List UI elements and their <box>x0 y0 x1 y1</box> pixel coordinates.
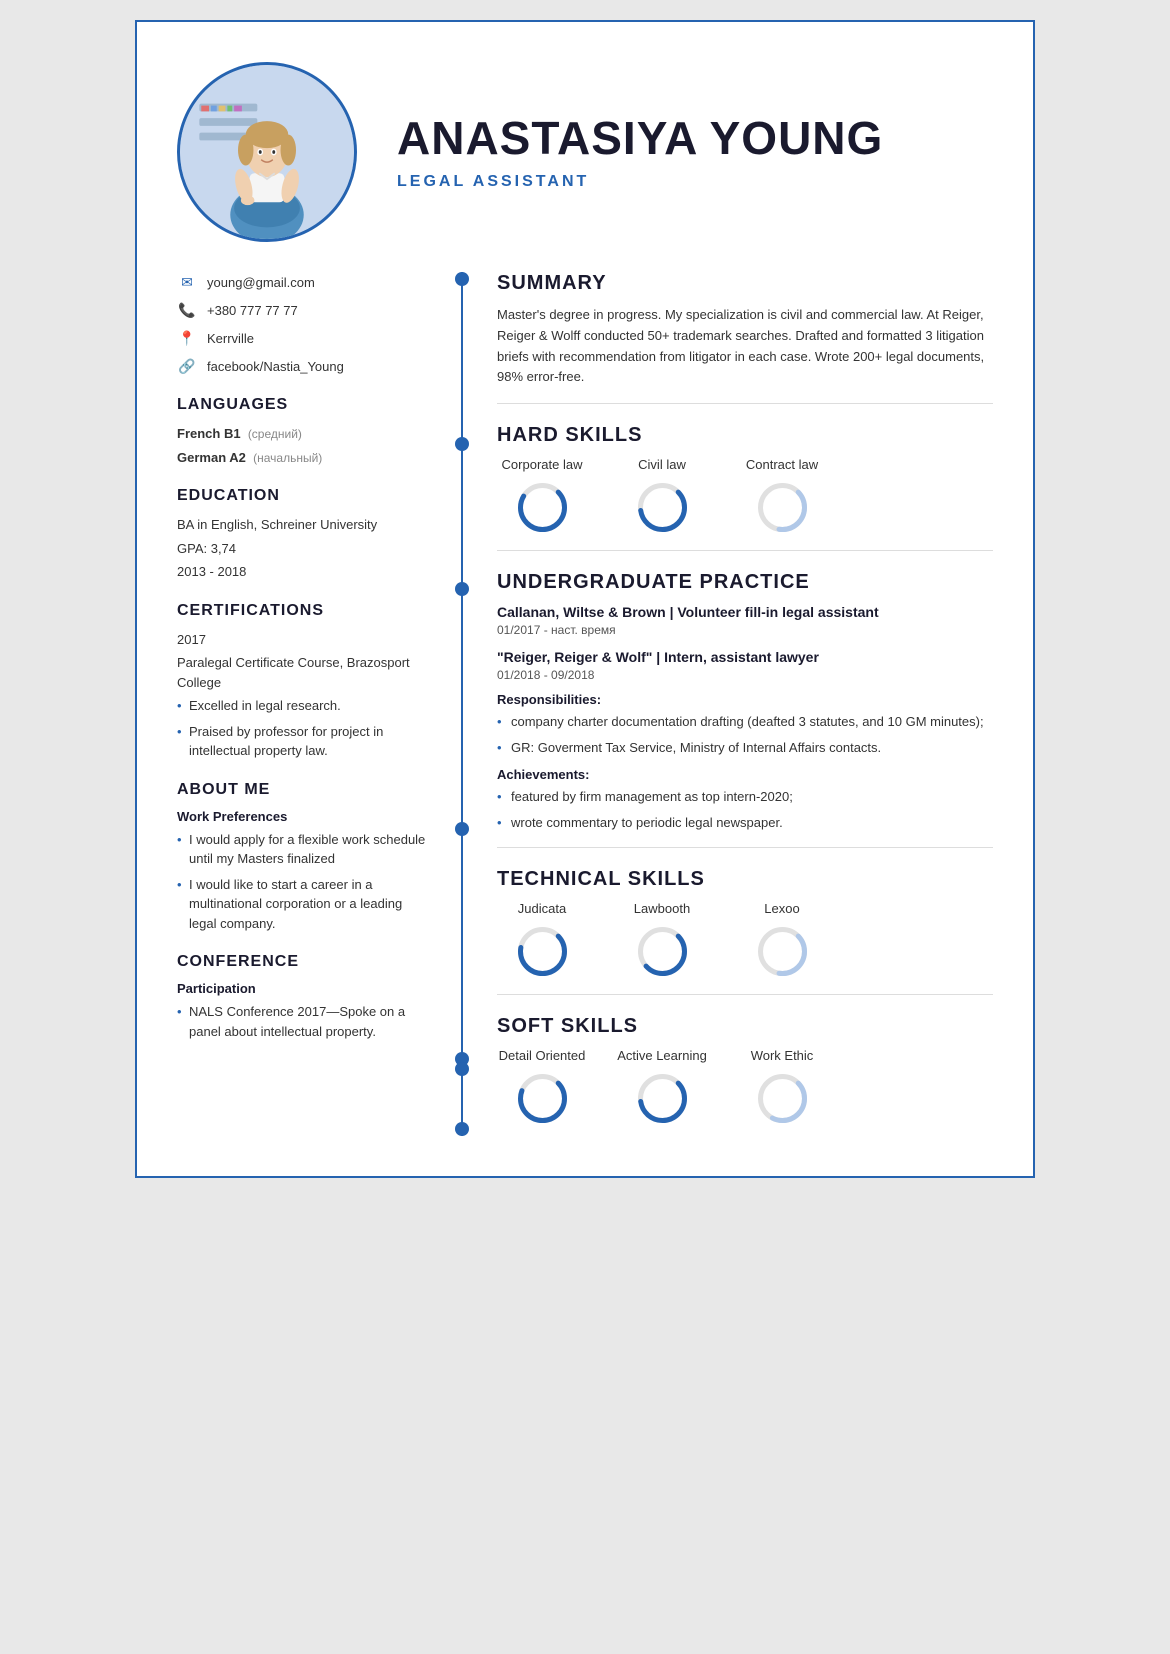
cert-year: 2017 <box>177 630 427 650</box>
soft-skill-detail-circle <box>515 1071 570 1126</box>
divider-1 <box>497 403 993 404</box>
hard-skill-corporate-label: Corporate law <box>502 457 583 472</box>
timeline-column <box>447 272 477 1136</box>
resp-bullet-1: company charter documentation drafting (… <box>497 712 993 732</box>
practice-1-company: Callanan, Wiltse & Brown | Volunteer fil… <box>497 604 993 620</box>
tech-skill-judicata-circle <box>515 924 570 979</box>
timeline-dot-3 <box>455 582 469 596</box>
divider-2 <box>497 550 993 551</box>
languages-title: LANGUAGES <box>177 396 427 414</box>
practice-1-date: 01/2017 - наст. время <box>497 623 993 637</box>
conference-subhead: Participation <box>177 981 427 996</box>
certifications-title: CERTIFICATIONS <box>177 602 427 620</box>
soft-skill-ethic: Work Ethic <box>737 1048 827 1126</box>
email-icon: ✉ <box>177 272 197 292</box>
social-item: 🔗 facebook/Nastia_Young <box>177 356 427 376</box>
undergrad-title: UNDERGRADUATE PRACTICE <box>497 571 993 594</box>
phone-text: +380 777 77 77 <box>207 303 298 318</box>
phone-item: 📞 +380 777 77 77 <box>177 300 427 320</box>
work-preferences-title: Work Preferences <box>177 809 427 824</box>
soft-skills-title: SOFT SKILLS <box>497 1015 993 1038</box>
soft-skill-ethic-label: Work Ethic <box>751 1048 814 1063</box>
language-french: French B1 (средний) <box>177 424 427 444</box>
email-item: ✉ young@gmail.com <box>177 272 427 292</box>
education-gpa: GPA: 3,74 <box>177 539 427 559</box>
language-german: German A2 (начальный) <box>177 448 427 468</box>
conference-bullet-1: NALS Conference 2017—Spoke on a panel ab… <box>177 1002 427 1041</box>
soft-skill-detail: Detail Oriented <box>497 1048 587 1126</box>
location-icon: 📍 <box>177 328 197 348</box>
hard-skill-corporate-circle <box>515 480 570 535</box>
soft-skill-detail-label: Detail Oriented <box>499 1048 586 1063</box>
location-text: Kerrville <box>207 331 254 346</box>
avatar <box>177 62 357 242</box>
work-pref-bullet-1: I would apply for a flexible work schedu… <box>177 830 427 869</box>
timeline-dot-4 <box>455 822 469 836</box>
soft-skill-active-circle <box>635 1071 690 1126</box>
education-title: EDUCATION <box>177 487 427 505</box>
conference-title: CONFERENCE <box>177 953 427 971</box>
practice-2-company: "Reiger, Reiger & Wolf" | Intern, assist… <box>497 649 993 665</box>
hard-skill-corporate: Corporate law <box>497 457 587 535</box>
education-degree: BA in English, Schreiner University <box>177 515 427 535</box>
email-text: young@gmail.com <box>207 275 315 290</box>
soft-skills-row: Detail Oriented Active Learning Work Eth… <box>497 1048 993 1126</box>
hard-skill-contract: Contract law <box>737 457 827 535</box>
cert-bullet-1: Excelled in legal research. <box>177 696 427 716</box>
soft-skill-ethic-circle <box>755 1071 810 1126</box>
responsibilities-label: Responsibilities: <box>497 692 993 707</box>
social-icon: 🔗 <box>177 356 197 376</box>
hard-skill-civil-label: Civil law <box>638 457 686 472</box>
soft-skill-active: Active Learning <box>617 1048 707 1126</box>
work-pref-bullet-2: I would like to start a career in a mult… <box>177 875 427 934</box>
hard-skills-row: Corporate law Civil law Contract law <box>497 457 993 535</box>
body-layout: ✉ young@gmail.com 📞 +380 777 77 77 📍 Ker… <box>177 272 993 1136</box>
right-column: SUMMARY Master's degree in progress. My … <box>477 272 993 1136</box>
social-text: facebook/Nastia_Young <box>207 359 344 374</box>
tech-skill-lawbooth-circle <box>635 924 690 979</box>
divider-4 <box>497 994 993 995</box>
practice-2-date: 01/2018 - 09/2018 <box>497 668 993 682</box>
candidate-title: LEGAL ASSISTANT <box>397 173 993 191</box>
cert-course: Paralegal Certificate Course, Brazosport… <box>177 653 427 692</box>
tech-skill-lexoo: Lexoo <box>737 901 827 979</box>
location-item: 📍 Kerrville <box>177 328 427 348</box>
timeline-line <box>461 272 463 1136</box>
practice-2-block: "Reiger, Reiger & Wolf" | Intern, assist… <box>497 649 993 832</box>
tech-skill-judicata: Judicata <box>497 901 587 979</box>
achievements-label: Achievements: <box>497 767 993 782</box>
tech-skill-lexoo-label: Lexoo <box>764 901 799 916</box>
summary-text: Master's degree in progress. My speciali… <box>497 305 993 388</box>
resume-document: ANASTASIYA YOUNG LEGAL ASSISTANT ✉ young… <box>135 20 1035 1178</box>
tech-skill-lawbooth: Lawbooth <box>617 901 707 979</box>
achiev-bullet-2: wrote commentary to periodic legal newsp… <box>497 813 993 833</box>
timeline-dot-7 <box>455 1122 469 1136</box>
hard-skill-civil-circle <box>635 480 690 535</box>
tech-skill-lawbooth-label: Lawbooth <box>634 901 690 916</box>
name-section: ANASTASIYA YOUNG LEGAL ASSISTANT <box>357 113 993 192</box>
resp-bullet-2: GR: Goverment Tax Service, Ministry of I… <box>497 738 993 758</box>
candidate-name: ANASTASIYA YOUNG <box>397 113 993 164</box>
timeline-dot-2 <box>455 437 469 451</box>
phone-icon: 📞 <box>177 300 197 320</box>
tech-skill-judicata-label: Judicata <box>518 901 566 916</box>
hard-skill-contract-circle <box>755 480 810 535</box>
technical-skills-row: Judicata Lawbooth Lexoo <box>497 901 993 979</box>
summary-title: SUMMARY <box>497 272 993 295</box>
technical-skills-title: TECHNICAL SKILLS <box>497 868 993 891</box>
hard-skill-civil: Civil law <box>617 457 707 535</box>
left-column: ✉ young@gmail.com 📞 +380 777 77 77 📍 Ker… <box>177 272 447 1136</box>
timeline-dot-1 <box>455 272 469 286</box>
timeline-dot-6 <box>455 1062 469 1076</box>
about-me-title: ABOUT ME <box>177 781 427 799</box>
cert-bullet-2: Praised by professor for project in inte… <box>177 722 427 761</box>
top-section: ANASTASIYA YOUNG LEGAL ASSISTANT <box>177 62 993 242</box>
hard-skills-title: HARD SKILLS <box>497 424 993 447</box>
tech-skill-lexoo-circle <box>755 924 810 979</box>
achiev-bullet-1: featured by firm management as top inter… <box>497 787 993 807</box>
education-years: 2013 - 2018 <box>177 562 427 582</box>
divider-3 <box>497 847 993 848</box>
soft-skill-active-label: Active Learning <box>617 1048 707 1063</box>
hard-skill-contract-label: Contract law <box>746 457 818 472</box>
